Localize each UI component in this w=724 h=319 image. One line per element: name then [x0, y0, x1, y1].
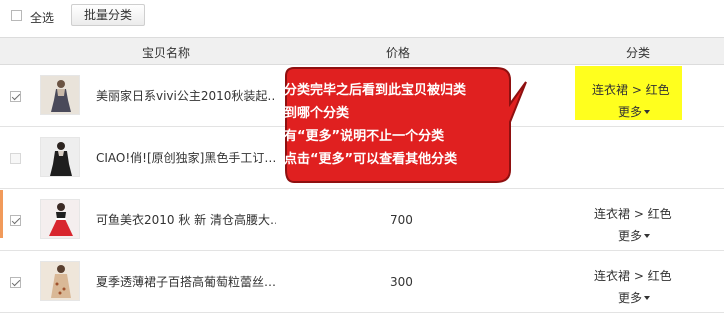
- product-price: 300: [390, 275, 413, 289]
- product-price: 700: [390, 213, 413, 227]
- callout-line: 有“更多”说明不止一个分类: [284, 129, 445, 144]
- row-checkbox[interactable]: [10, 91, 21, 102]
- row-checkbox[interactable]: [10, 277, 21, 288]
- more-categories-button[interactable]: 更多: [618, 103, 651, 120]
- product-title[interactable]: CIAO!俏![原创独家]黑色手工订…: [96, 149, 276, 166]
- product-thumbnail[interactable]: [40, 261, 80, 301]
- toolbar: 全选 批量分类: [0, 0, 724, 37]
- category-path: 连衣裙 > 红色: [594, 269, 672, 283]
- caret-down-icon: [644, 296, 651, 300]
- row-checkbox[interactable]: [10, 215, 21, 226]
- column-header-category: 分类: [626, 46, 651, 60]
- callout-line: 分类完毕之后看到此宝贝被归类: [284, 83, 467, 98]
- product-title[interactable]: 可鱼美衣2010 秋 新 清仓高腰大…: [96, 211, 276, 228]
- table-header: 宝贝名称 价格 分类: [0, 37, 724, 65]
- batch-categorize-button[interactable]: 批量分类: [71, 4, 145, 26]
- callout-line: 到哪个分类: [284, 106, 350, 121]
- product-title[interactable]: 美丽家日系vivi公主2010秋装起…: [96, 87, 276, 104]
- select-all-checkbox[interactable]: [11, 10, 22, 21]
- row-edge-marker: [0, 190, 3, 238]
- table-row[interactable]: 夏季透薄裙子百搭高葡萄粒蕾丝… 300 连衣裙 > 红色 更多: [0, 251, 724, 313]
- more-categories-button[interactable]: 更多: [618, 227, 651, 244]
- callout-text: 分类完毕之后看到此宝贝被归类 到哪个分类 有“更多”说明不止一个分类 点击“更多…: [284, 79, 524, 171]
- category-path: 连衣裙 > 红色: [594, 207, 672, 221]
- more-label: 更多: [618, 229, 643, 243]
- caret-down-icon: [644, 110, 651, 114]
- more-label: 更多: [618, 291, 643, 305]
- row-checkbox[interactable]: [10, 153, 21, 164]
- column-header-price: 价格: [386, 46, 411, 60]
- column-header-name: 宝贝名称: [142, 46, 191, 60]
- category-path: 连衣裙 > 红色: [592, 83, 670, 97]
- more-label: 更多: [618, 105, 643, 119]
- more-categories-button[interactable]: 更多: [618, 289, 651, 306]
- caret-down-icon: [644, 234, 651, 238]
- select-all-label: 全选: [30, 11, 55, 25]
- product-title[interactable]: 夏季透薄裙子百搭高葡萄粒蕾丝…: [96, 273, 276, 290]
- product-thumbnail[interactable]: [40, 137, 80, 177]
- product-thumbnail[interactable]: [40, 199, 80, 239]
- table-row[interactable]: 可鱼美衣2010 秋 新 清仓高腰大… 700 连衣裙 > 红色 更多: [0, 189, 724, 251]
- product-thumbnail[interactable]: [40, 75, 80, 115]
- callout-line: 点击“更多”可以查看其他分类: [284, 152, 458, 167]
